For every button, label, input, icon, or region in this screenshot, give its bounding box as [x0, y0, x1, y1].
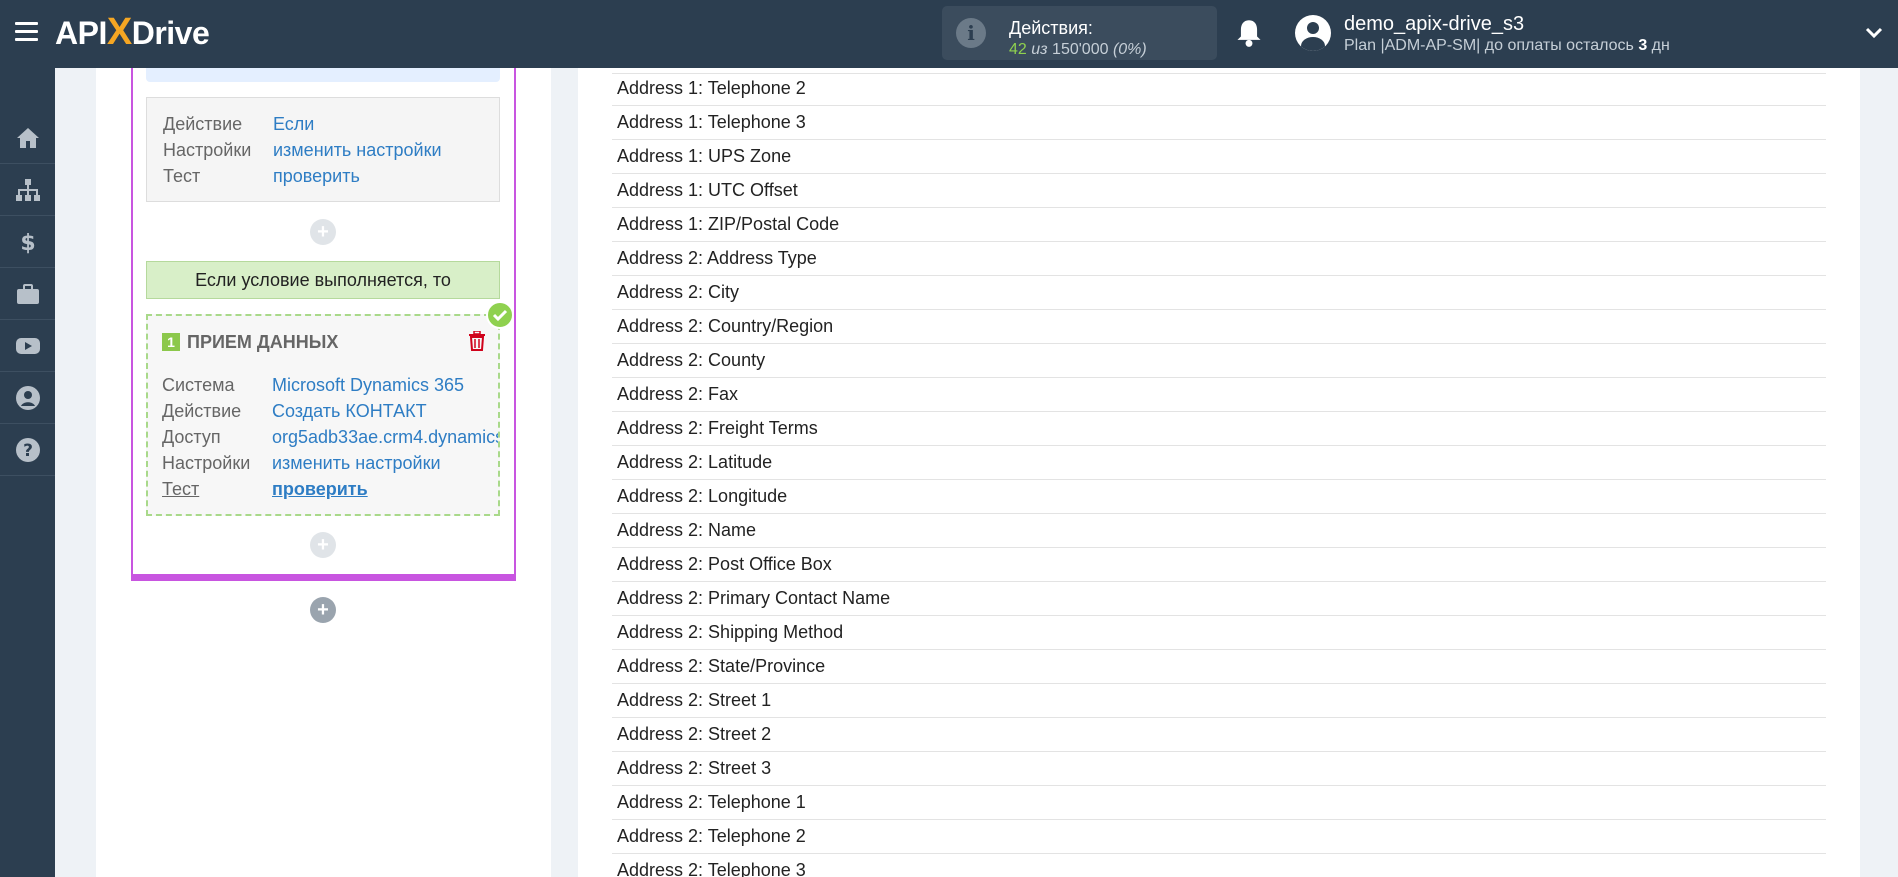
avatar[interactable]: [1295, 15, 1331, 51]
user-plan: Plan |ADM-AP-SM| до оплаты осталось 3 дн: [1344, 37, 1670, 54]
help-icon: ?: [15, 437, 40, 462]
field-item[interactable]: Address 2: Freight Terms: [612, 412, 1826, 446]
add-step-outer-button[interactable]: +: [310, 597, 336, 623]
field-item[interactable]: Address 1: ZIP/Postal Code: [612, 208, 1826, 242]
field-item[interactable]: Address 2: Longitude: [612, 480, 1826, 514]
svg-text:?: ?: [23, 441, 33, 461]
field-item[interactable]: Address 2: Street 2: [612, 718, 1826, 752]
field-item[interactable]: Address 2: Primary Contact Name: [612, 582, 1826, 616]
briefcase-icon: [16, 283, 39, 304]
field-item[interactable]: Address 2: Address Type: [612, 242, 1826, 276]
sidebar: $ ?: [0, 68, 55, 877]
field-item[interactable]: Address 1: Telephone 3: [612, 106, 1826, 140]
field-item[interactable]: Address 2: Post Office Box: [612, 548, 1826, 582]
actions-counter: i Действия: 42 из 150'000 (0%): [942, 6, 1217, 60]
svg-text:$: $: [20, 231, 35, 255]
chevron-down-icon[interactable]: [1865, 24, 1883, 42]
sidebar-item-billing[interactable]: $: [0, 216, 55, 268]
field-item[interactable]: Address 2: Country/Region: [612, 310, 1826, 344]
actions-label: Действия:: [1009, 18, 1093, 38]
user-name[interactable]: demo_apix-drive_s3: [1344, 13, 1524, 36]
field-item[interactable]: Address 2: City: [612, 276, 1826, 310]
bell-icon[interactable]: [1235, 18, 1263, 48]
sidebar-item-account[interactable]: [0, 372, 55, 424]
field-item[interactable]: Address 1: Telephone 2: [612, 72, 1826, 106]
sitemap-icon: [15, 178, 40, 201]
user-circle-icon: [15, 385, 40, 410]
top-bar: APIXDrive i Действия: 42 из 150'000 (0%)…: [0, 0, 1898, 68]
sidebar-item-connections[interactable]: [0, 164, 55, 216]
info-icon: i: [956, 18, 986, 48]
sidebar-item-tools[interactable]: [0, 268, 55, 320]
field-item[interactable]: Address 1: UTC Offset: [612, 174, 1826, 208]
sidebar-item-video[interactable]: [0, 320, 55, 372]
field-item[interactable]: Address 2: Shipping Method: [612, 616, 1826, 650]
actions-value: 42 из 150'000 (0%): [1009, 41, 1147, 58]
field-item[interactable]: Address 2: Street 1: [612, 684, 1826, 718]
field-item[interactable]: Address 2: Fax: [612, 378, 1826, 412]
sidebar-item-home[interactable]: [0, 112, 55, 164]
sidebar-item-help[interactable]: ?: [0, 424, 55, 476]
field-item[interactable]: Address 2: Telephone 3: [612, 854, 1826, 877]
field-item[interactable]: Address 2: Latitude: [612, 446, 1826, 480]
field-item[interactable]: Address 1: UPS Zone: [612, 140, 1826, 174]
youtube-icon: [15, 337, 40, 354]
logo[interactable]: APIXDrive: [55, 12, 210, 53]
field-item[interactable]: Address 2: County: [612, 344, 1826, 378]
field-item[interactable]: Address 2: State/Province: [612, 650, 1826, 684]
field-item[interactable]: Address 2: Name: [612, 514, 1826, 548]
condition-group-frame: [131, 68, 516, 581]
field-item[interactable]: Address 2: Telephone 2: [612, 820, 1826, 854]
field-item[interactable]: Address 2: Street 3: [612, 752, 1826, 786]
field-item[interactable]: Address 2: Telephone 1: [612, 786, 1826, 820]
home-icon: [16, 127, 39, 148]
dollar-icon: $: [20, 231, 35, 255]
menu-icon[interactable]: [15, 22, 38, 42]
